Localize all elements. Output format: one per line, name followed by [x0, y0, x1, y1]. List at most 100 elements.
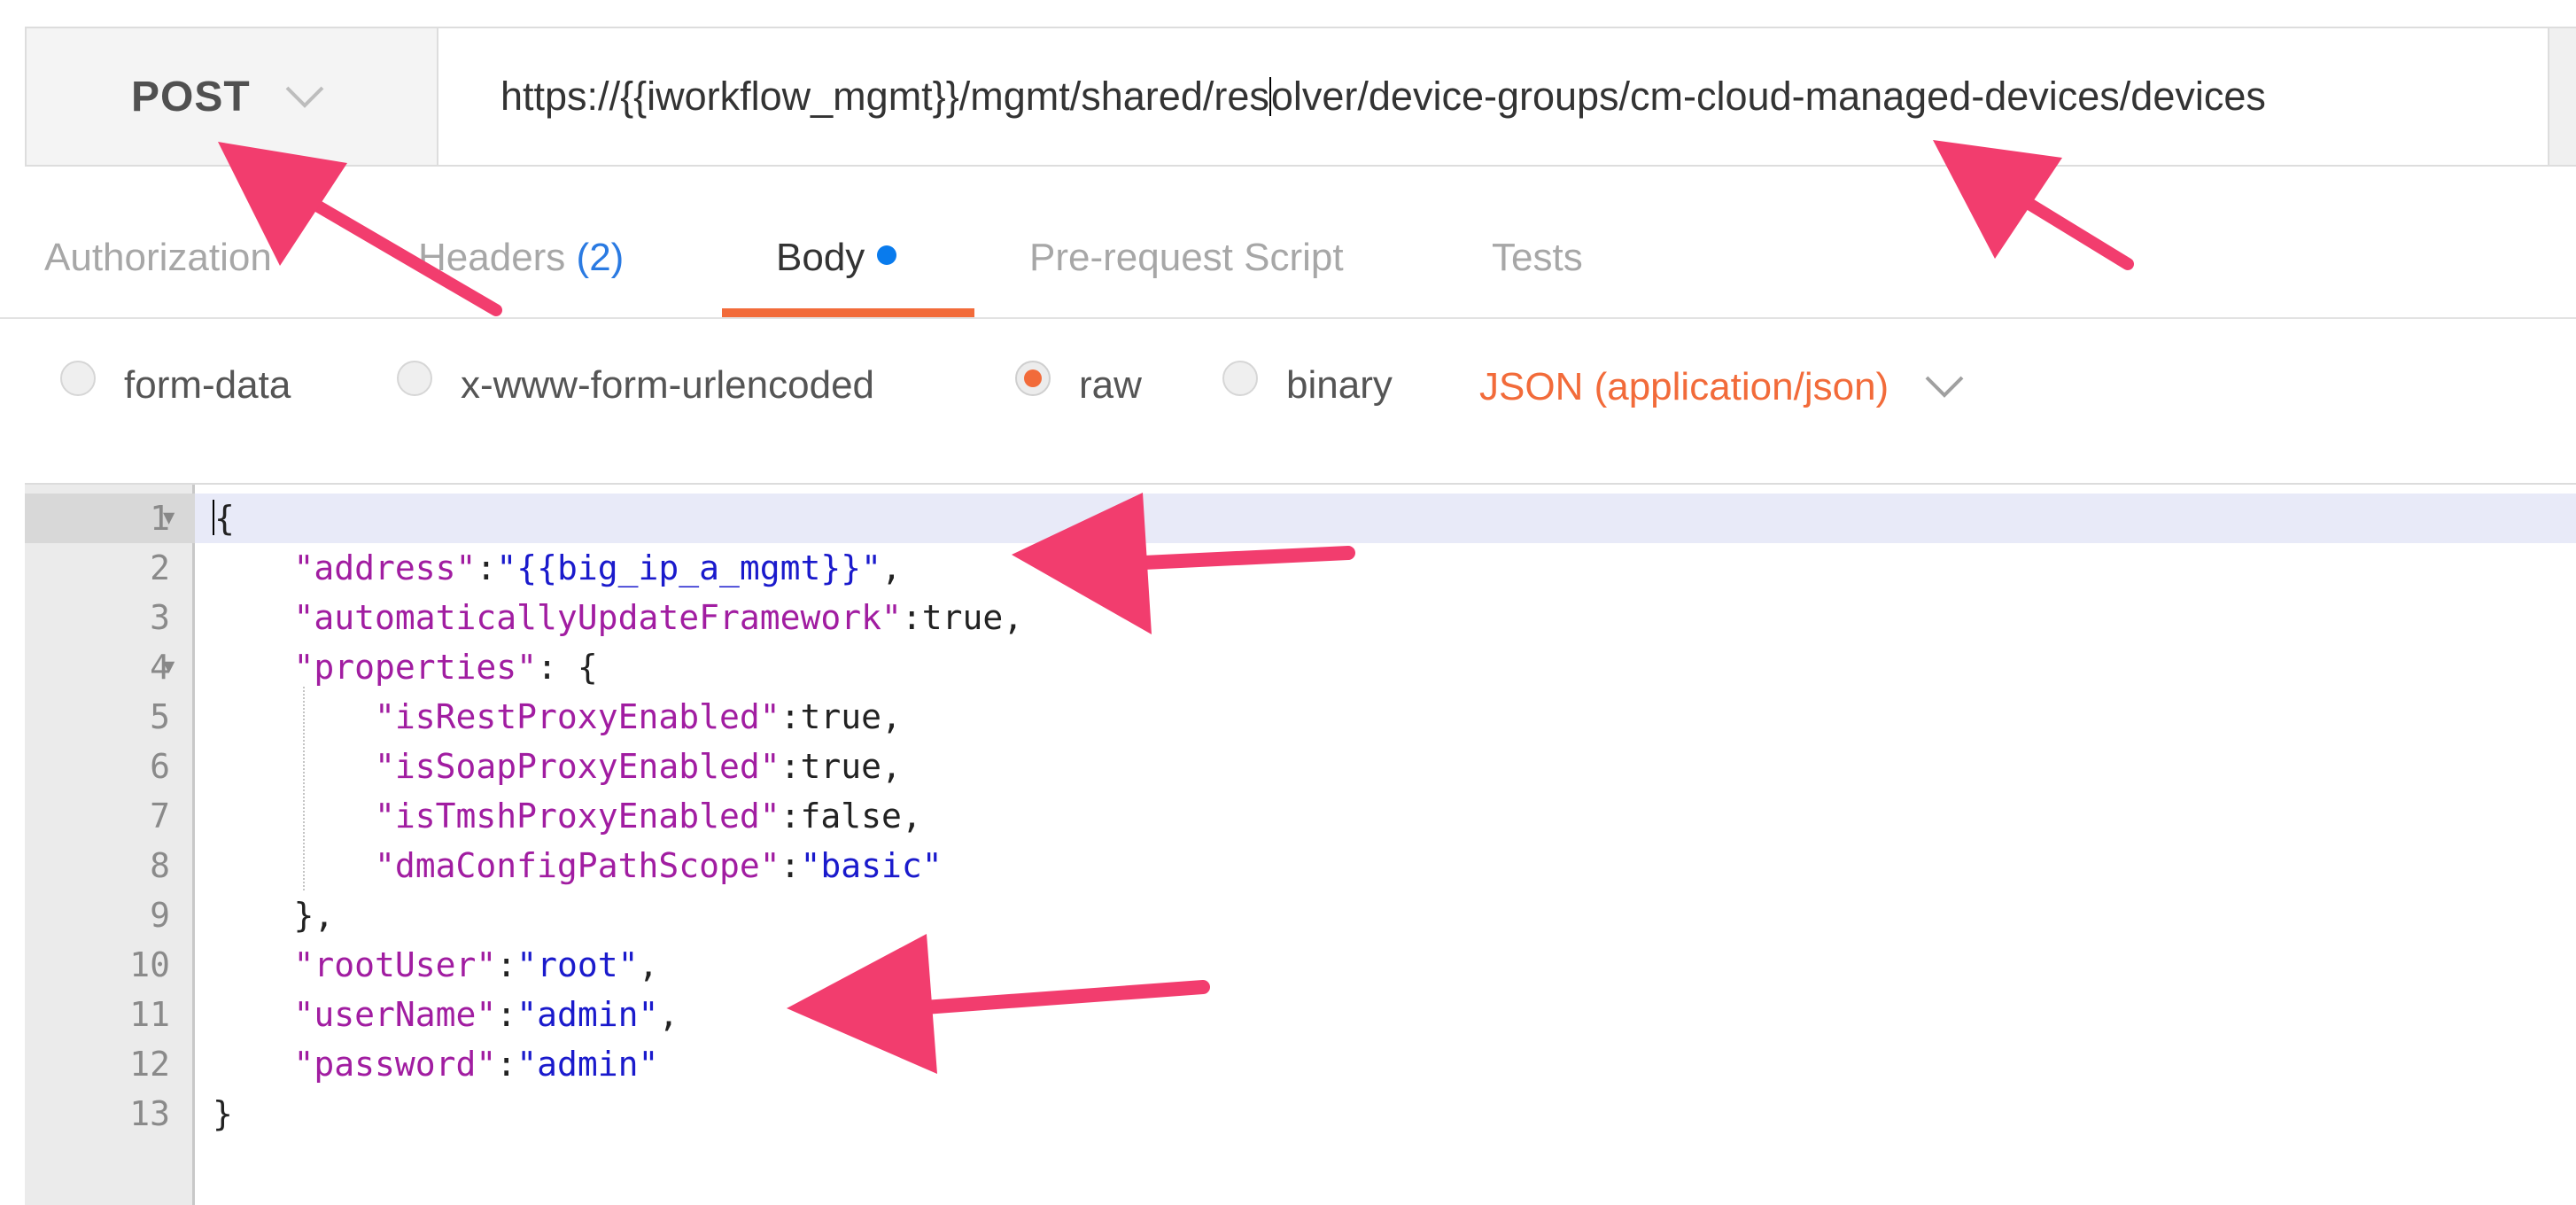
json-key: "isRestProxyEnabled"	[375, 697, 780, 736]
line-number: 13	[129, 1094, 170, 1133]
radio-selected-icon	[1015, 361, 1051, 396]
code-token: :	[496, 995, 517, 1034]
code-editor[interactable]: 1 ▼ { 2 "address":"{{big_ip_a_mgmt}}", 3…	[25, 483, 2576, 1205]
code-line: 5 "isRestProxyEnabled":true,	[25, 692, 2576, 742]
code-line: 4 ▼ "properties": {	[25, 642, 2576, 692]
code-line: 8 "dmaConfigPathScope":"basic"	[25, 841, 2576, 890]
code-token: :	[780, 747, 801, 786]
json-string: "basic"	[800, 846, 943, 885]
json-literal: true	[800, 747, 881, 786]
tab-body[interactable]: Body	[776, 236, 897, 280]
code-token: }	[213, 1094, 233, 1133]
code-token: ,	[881, 747, 902, 786]
code-text: "isTmshProxyEnabled":false,	[213, 791, 922, 841]
line-number: 5	[150, 697, 170, 736]
json-key: "dmaConfigPathScope"	[375, 846, 780, 885]
line-number: 10	[129, 945, 170, 984]
code-token: ,	[881, 548, 902, 587]
code-token: },	[293, 896, 335, 935]
code-text: "password":"admin"	[213, 1039, 659, 1089]
modified-dot-icon	[877, 245, 897, 265]
request-tabs: Authorization Headers (2) Body Pre-reque…	[0, 167, 2576, 319]
code-line: 2 "address":"{{big_ip_a_mgmt}}",	[25, 543, 2576, 593]
code-line: 10 "rootUser":"root",	[25, 940, 2576, 990]
code-token: {	[214, 499, 235, 538]
json-literal: true	[800, 697, 881, 736]
tab-label: Tests	[1492, 236, 1583, 279]
code-text: {	[213, 494, 235, 543]
tab-tests[interactable]: Tests	[1492, 236, 1583, 280]
body-type-options: form-data x-www-form-urlencoded raw bina…	[0, 319, 2576, 452]
code-line: 1 ▼ {	[25, 494, 2576, 543]
tab-headers[interactable]: Headers (2)	[418, 236, 624, 280]
code-token: :	[496, 945, 517, 984]
tab-authorization[interactable]: Authorization	[44, 236, 272, 280]
json-string: "root"	[516, 945, 639, 984]
json-literal: false	[800, 797, 902, 836]
tab-label: Authorization	[44, 236, 272, 279]
code-line: 13 }	[25, 1089, 2576, 1139]
line-number: 3	[150, 598, 170, 637]
method-select[interactable]: POST	[27, 28, 438, 165]
radio-form-data[interactable]: form-data	[60, 361, 291, 408]
radio-label: raw	[1079, 363, 1142, 407]
code-token: ,	[658, 995, 679, 1034]
tab-label: Body	[776, 236, 865, 279]
url-input[interactable]: https://{{iworkflow_mgmt}}/mgmt/shared/r…	[438, 28, 2576, 165]
request-bar-edge	[2548, 28, 2576, 165]
indent-guide	[303, 687, 305, 890]
code-line: 12 "password":"admin"	[25, 1039, 2576, 1089]
json-key: "properties"	[293, 648, 538, 687]
content-type-select[interactable]: JSON (application/json)	[1479, 365, 1965, 409]
json-key: "automaticallyUpdateFramework"	[293, 598, 902, 637]
radio-binary[interactable]: binary	[1222, 361, 1393, 408]
code-text: },	[213, 890, 335, 940]
code-token: :	[780, 697, 801, 736]
url-text-after-cursor: olver/device-groups/cm-cloud-managed-dev…	[1270, 74, 2266, 119]
content-type-label: JSON (application/json)	[1479, 365, 1889, 408]
json-key: "userName"	[293, 995, 497, 1034]
radio-label: binary	[1286, 363, 1393, 407]
line-number: 12	[129, 1045, 170, 1084]
radio-label: form-data	[124, 363, 291, 407]
line-number: 9	[150, 896, 170, 935]
line-number: 2	[150, 548, 170, 587]
code-token: : {	[537, 648, 598, 687]
json-key: "isSoapProxyEnabled"	[375, 747, 780, 786]
tab-pre-request-script[interactable]: Pre-request Script	[1029, 236, 1344, 280]
code-token: ,	[1003, 598, 1024, 637]
code-text: "isRestProxyEnabled":true,	[213, 692, 902, 742]
radio-x-www-form-urlencoded[interactable]: x-www-form-urlencoded	[397, 361, 875, 408]
code-text: "isSoapProxyEnabled":true,	[213, 742, 902, 791]
chevron-down-icon	[284, 84, 325, 113]
json-string: "admin"	[516, 1045, 659, 1084]
radio-circle-icon	[1222, 361, 1258, 396]
json-literal: true	[921, 598, 1004, 637]
code-line: 6 "isSoapProxyEnabled":true,	[25, 742, 2576, 791]
json-key: "isTmshProxyEnabled"	[375, 797, 780, 836]
code-text: "userName":"admin",	[213, 990, 679, 1039]
method-label: POST	[131, 73, 251, 120]
active-tab-indicator	[722, 308, 974, 317]
radio-circle-icon	[397, 361, 432, 396]
json-key: "address"	[293, 548, 477, 587]
radio-circle-icon	[60, 361, 96, 396]
code-text: "dmaConfigPathScope":"basic"	[213, 841, 943, 890]
code-line: 7 "isTmshProxyEnabled":false,	[25, 791, 2576, 841]
radio-raw[interactable]: raw	[1015, 361, 1142, 408]
code-text: "rootUser":"root",	[213, 940, 659, 990]
code-line: 9 },	[25, 890, 2576, 940]
code-text: }	[213, 1089, 233, 1139]
code-token: :	[780, 846, 801, 885]
fold-triangle-icon[interactable]: ▼	[163, 494, 175, 543]
line-number: 8	[150, 846, 170, 885]
json-key: "password"	[293, 1045, 497, 1084]
line-number: 6	[150, 747, 170, 786]
radio-label: x-www-form-urlencoded	[461, 363, 875, 407]
fold-triangle-icon[interactable]: ▼	[163, 642, 175, 692]
json-key: "rootUser"	[293, 945, 497, 984]
code-line: 11 "userName":"admin",	[25, 990, 2576, 1039]
request-bar: POST https://{{iworkflow_mgmt}}/mgmt/sha…	[25, 27, 2576, 167]
json-string: "{{big_ip_a_mgmt}}"	[496, 548, 881, 587]
code-token: :	[476, 548, 497, 587]
